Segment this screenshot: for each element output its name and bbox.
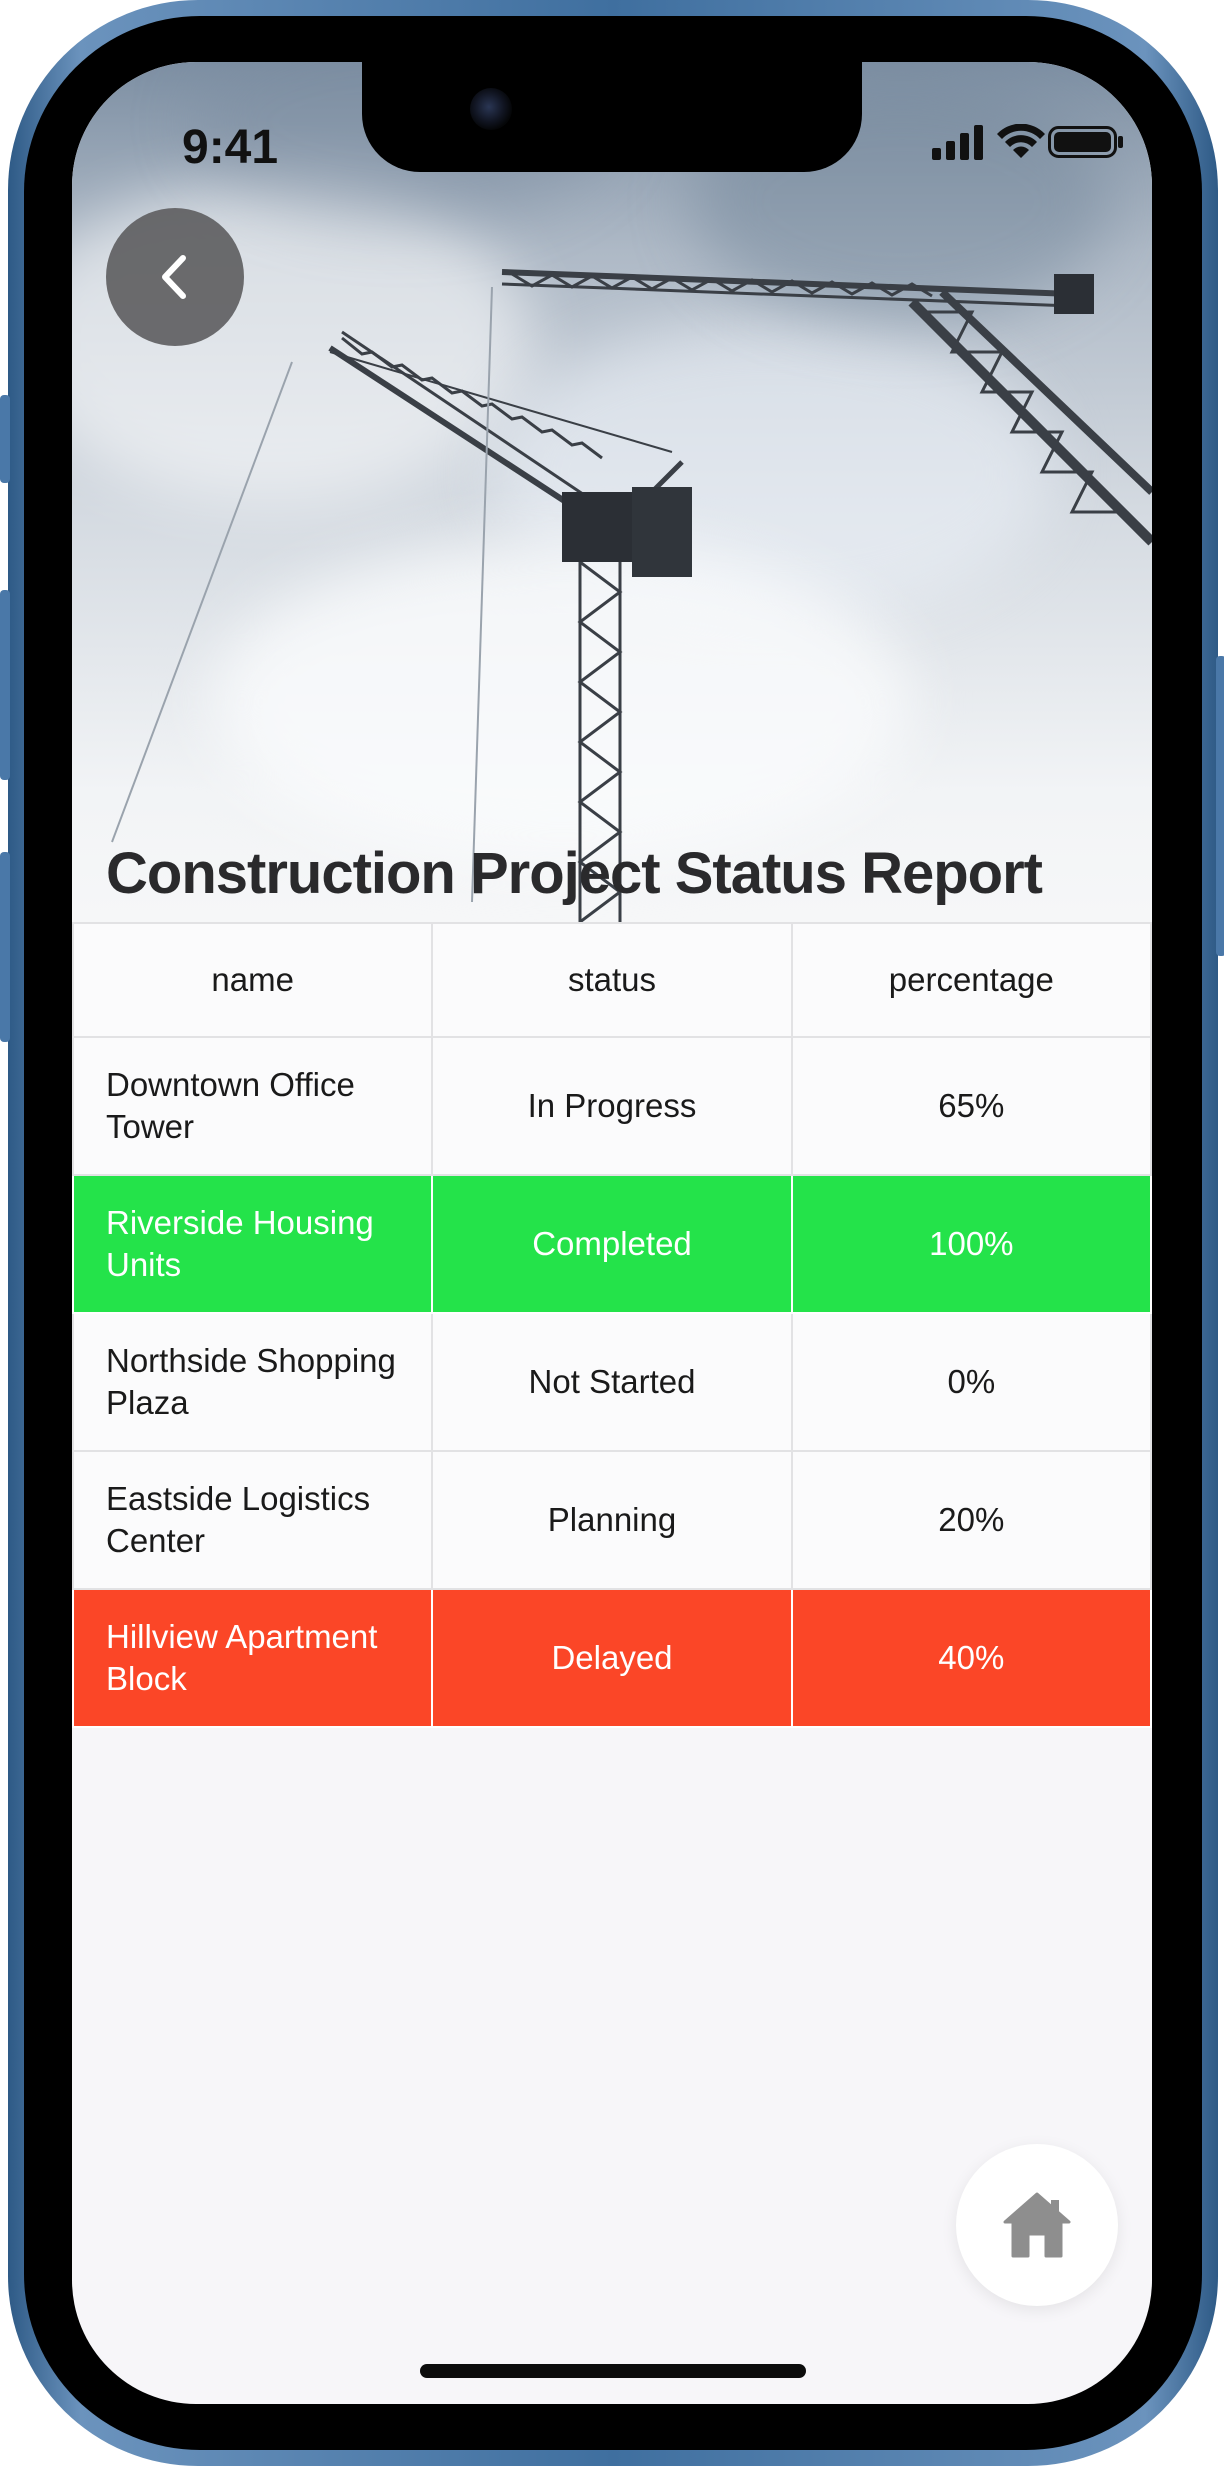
project-status-cell: Planning — [431, 1450, 793, 1590]
project-status-cell: Completed — [431, 1174, 793, 1314]
table-header-row: name status percentage — [72, 922, 1152, 1038]
volume-down-button — [0, 852, 10, 1042]
chevron-left-icon — [162, 255, 186, 299]
power-button — [1216, 656, 1224, 956]
column-header-percentage: percentage — [790, 922, 1152, 1038]
back-button[interactable] — [106, 208, 244, 346]
project-percentage-cell: 65% — [790, 1036, 1152, 1176]
battery-icon — [1048, 126, 1123, 158]
table-row: Riverside Housing Units Completed 100% — [72, 1174, 1152, 1314]
crane-illustration — [111, 269, 1152, 922]
project-name-cell: Downtown Office Tower — [72, 1036, 434, 1176]
status-table: name status percentage Downtown Office T… — [72, 922, 1152, 1728]
status-icons — [872, 122, 1123, 162]
project-percentage-cell: 40% — [790, 1588, 1152, 1728]
project-percentage-cell: 20% — [790, 1450, 1152, 1590]
screen: Construction Project Status Report 9:41 — [72, 62, 1152, 2404]
project-name-cell: Riverside Housing Units — [72, 1174, 434, 1314]
project-percentage-cell: 100% — [790, 1174, 1152, 1314]
project-name-cell: Eastside Logistics Center — [72, 1450, 434, 1590]
table-row: Eastside Logistics Center Planning 20% — [72, 1450, 1152, 1590]
silent-switch — [0, 395, 10, 483]
table-row: Downtown Office Tower In Progress 65% — [72, 1036, 1152, 1176]
project-status-cell: In Progress — [431, 1036, 793, 1176]
project-percentage-cell: 0% — [790, 1312, 1152, 1452]
status-time: 9:41 — [182, 121, 279, 174]
notch — [362, 62, 862, 172]
page-title: Construction Project Status Report — [106, 841, 1043, 906]
front-camera — [470, 88, 512, 130]
column-header-name: name — [72, 922, 434, 1038]
home-button[interactable] — [956, 2144, 1118, 2306]
crane-cab-right — [1054, 274, 1094, 314]
hero-image: Construction Project Status Report — [72, 62, 1152, 922]
cellular-signal-icon — [932, 125, 983, 160]
home-icon — [1003, 2192, 1071, 2258]
project-name-cell: Northside Shopping Plaza — [72, 1312, 434, 1452]
home-indicator[interactable] — [420, 2364, 806, 2378]
project-name-cell: Hillview Apartment Block — [72, 1588, 434, 1728]
project-status-cell: Not Started — [431, 1312, 793, 1452]
column-header-status: status — [431, 922, 793, 1038]
wifi-icon — [997, 124, 1045, 158]
table-row: Hillview Apartment Block Delayed 40% — [72, 1588, 1152, 1728]
volume-up-button — [0, 590, 10, 780]
project-status-cell: Delayed — [431, 1588, 793, 1728]
table-row: Northside Shopping Plaza Not Started 0% — [72, 1312, 1152, 1452]
crane-counterweight — [632, 487, 692, 577]
